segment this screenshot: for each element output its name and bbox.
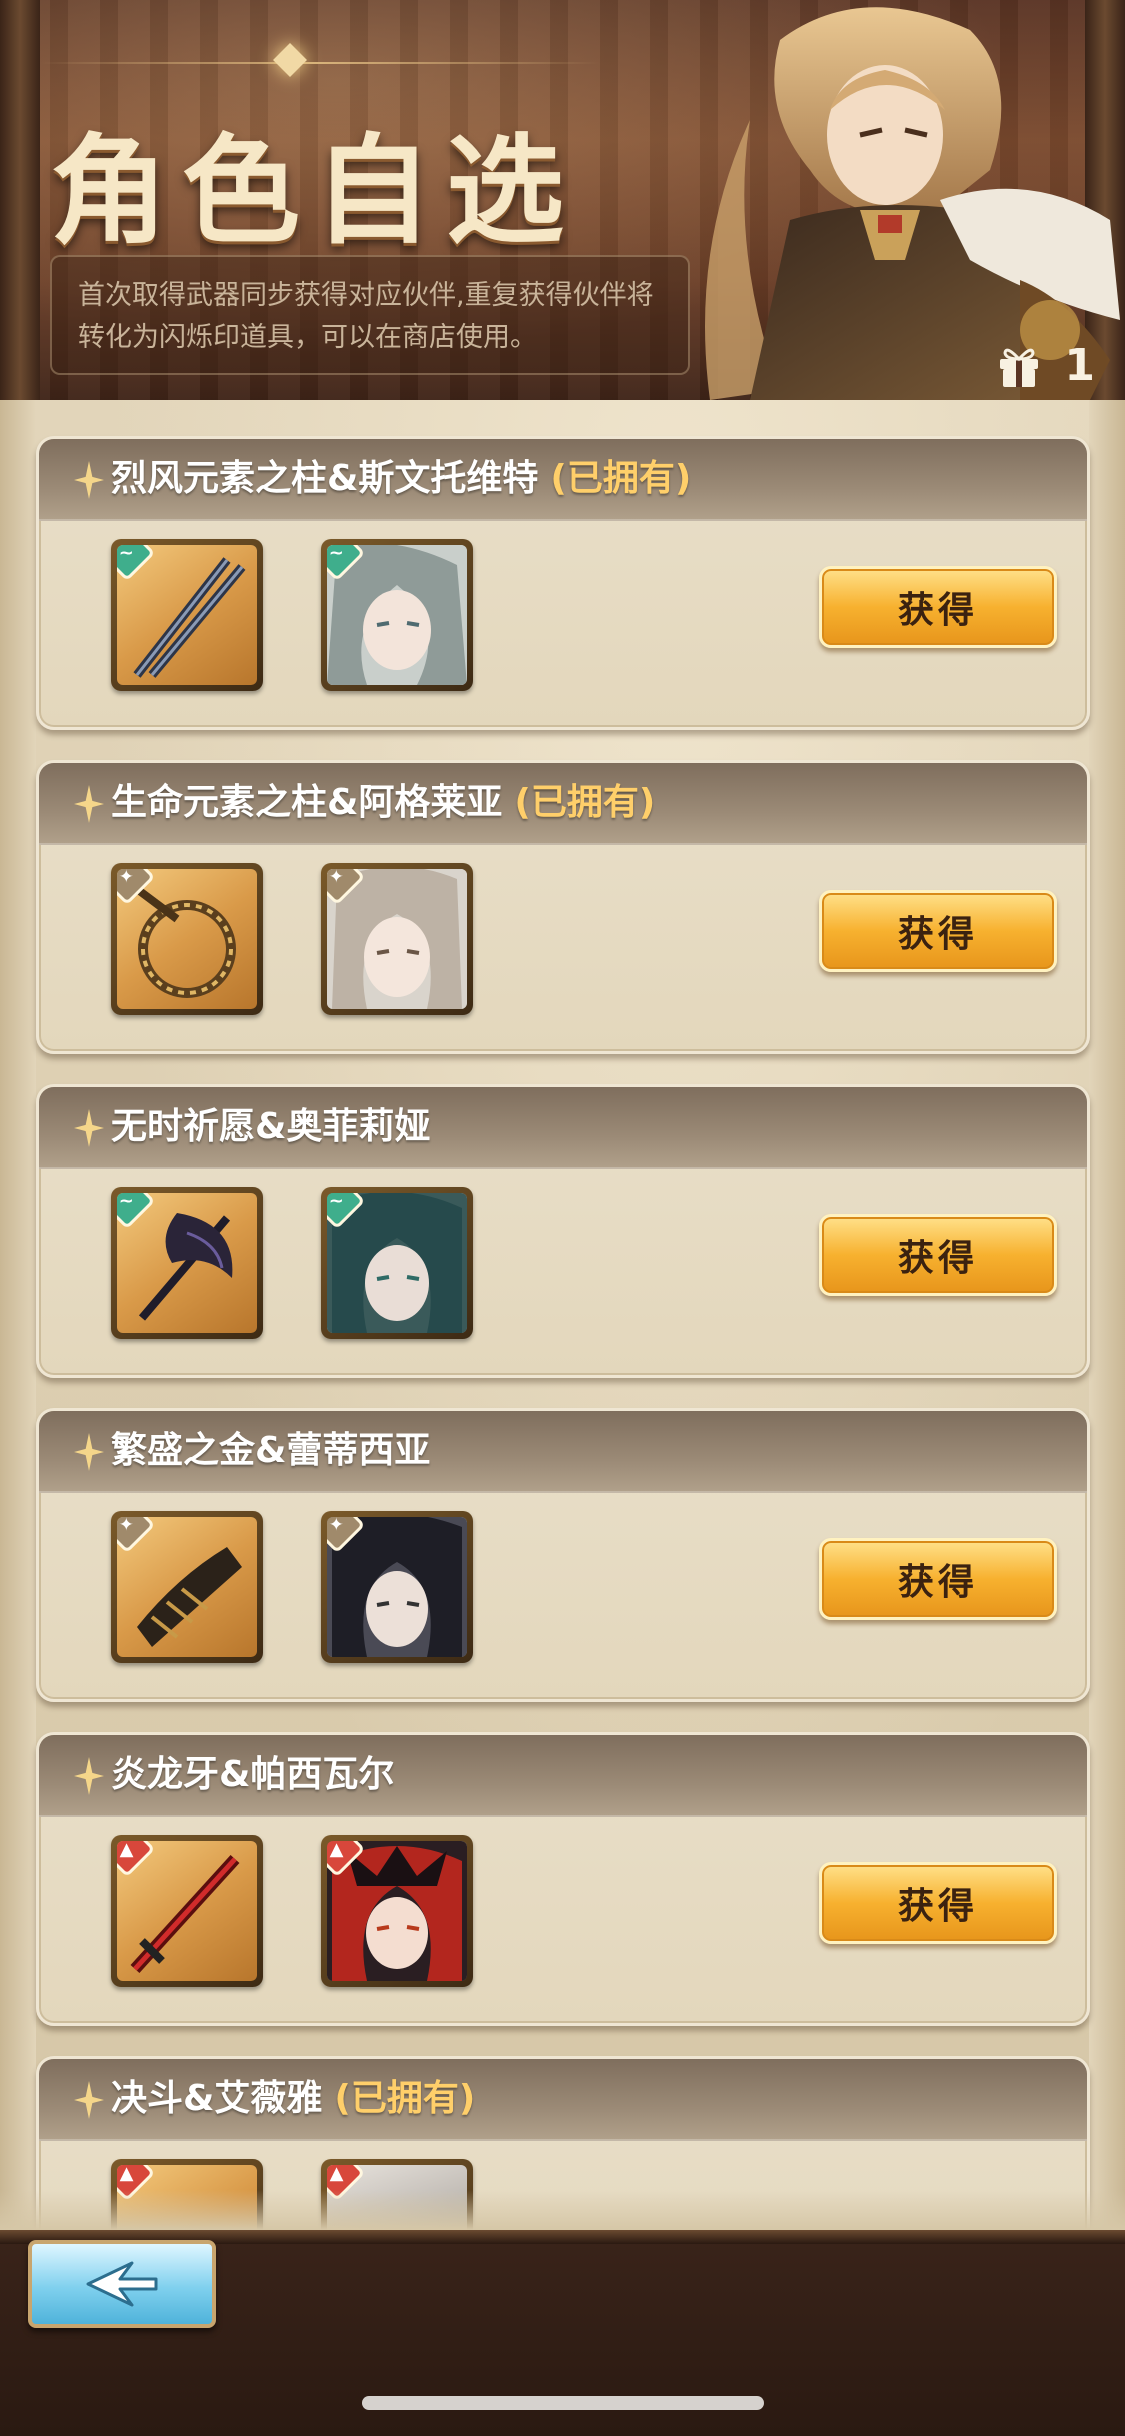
sparkle-icon (74, 1433, 104, 1471)
card-header: 无时祈愿&奥菲莉娅 (39, 1087, 1087, 1169)
character-slot[interactable]: ✦ (321, 863, 473, 1015)
selection-card: 无时祈愿&奥菲莉娅 ~ ~ 获得 (36, 1084, 1090, 1378)
banner-frame-left (0, 0, 40, 400)
character-slot[interactable]: ~ (321, 1187, 473, 1339)
owned-label: (已拥有) (334, 2078, 476, 2119)
sparkle-icon (74, 1757, 104, 1795)
card-header: 炎龙牙&帕西瓦尔 (39, 1735, 1087, 1817)
sparkle-icon (74, 461, 104, 499)
weapon-slot[interactable]: ✦ (111, 863, 263, 1015)
card-title: 决斗&艾薇雅 (已拥有) (111, 2078, 476, 2119)
gift-count: 1 (1064, 340, 1095, 391)
back-arrow-icon (86, 2261, 158, 2307)
list-side-frame-right (1089, 400, 1125, 2230)
card-header: 繁盛之金&蕾蒂西亚 (39, 1411, 1087, 1493)
sparkle-icon (74, 2081, 104, 2119)
obtain-button[interactable]: 获得 (819, 1538, 1057, 1620)
list-fade (0, 2190, 1125, 2230)
obtain-button[interactable]: 获得 (819, 1862, 1057, 1944)
obtain-button[interactable]: 获得 (819, 890, 1057, 972)
home-indicator[interactable] (362, 2396, 764, 2410)
list-side-frame-left (0, 400, 36, 2230)
back-button[interactable] (28, 2240, 216, 2328)
character-slot[interactable]: ~ (321, 539, 473, 691)
owned-label: (已拥有) (514, 782, 656, 823)
selection-card: 繁盛之金&蕾蒂西亚 ✦ ✦ 获得 (36, 1408, 1090, 1702)
character-slot[interactable]: ✦ (321, 1511, 473, 1663)
gift-counter: 1 (996, 340, 1095, 391)
card-title: 烈风元素之柱&斯文托维特 (已拥有) (111, 458, 692, 499)
obtain-button[interactable]: 获得 (819, 566, 1057, 648)
banner: 角色自选 首次取得武器同步获得对应伙伴,重复获得伙伴将转化为闪烁印道具，可以在商… (0, 0, 1125, 400)
card-title: 无时祈愿&奥菲莉娅 (111, 1106, 431, 1147)
card-header: 生命元素之柱&阿格莱亚 (已拥有) (39, 763, 1087, 845)
character-slot[interactable]: ▲ (321, 1835, 473, 1987)
banner-ornament-line (40, 62, 600, 64)
obtain-button[interactable]: 获得 (819, 1214, 1057, 1296)
selection-card: 炎龙牙&帕西瓦尔 ▲ ▲ 获得 (36, 1732, 1090, 2026)
gift-icon (1000, 348, 1039, 387)
page-title: 角色自选 (50, 121, 579, 260)
selection-card: 烈风元素之柱&斯文托维特 (已拥有) ~ ~ 获得 (36, 436, 1090, 730)
weapon-slot[interactable]: ▲ (111, 1835, 263, 1987)
weapon-slot[interactable]: ✦ (111, 1511, 263, 1663)
weapon-slot[interactable]: ~ (111, 539, 263, 691)
banner-description: 首次取得武器同步获得对应伙伴,重复获得伙伴将转化为闪烁印道具，可以在商店使用。 (50, 255, 690, 375)
card-header: 烈风元素之柱&斯文托维特 (已拥有) (39, 439, 1087, 521)
sparkle-icon (74, 785, 104, 823)
character-selection-list[interactable]: 烈风元素之柱&斯文托维特 (已拥有) ~ ~ 获得 生命元素之柱&阿格莱亚 (已拥有… (0, 400, 1125, 2230)
sparkle-icon (74, 1109, 104, 1147)
card-header: 决斗&艾薇雅 (已拥有) (39, 2059, 1087, 2141)
card-title: 生命元素之柱&阿格莱亚 (已拥有) (111, 782, 656, 823)
card-title: 炎龙牙&帕西瓦尔 (111, 1754, 395, 1795)
card-title: 繁盛之金&蕾蒂西亚 (111, 1430, 431, 1471)
owned-label: (已拥有) (550, 458, 692, 499)
weapon-slot[interactable]: ~ (111, 1187, 263, 1339)
selection-card: 生命元素之柱&阿格莱亚 (已拥有) ✦ ✦ 获得 (36, 760, 1090, 1054)
